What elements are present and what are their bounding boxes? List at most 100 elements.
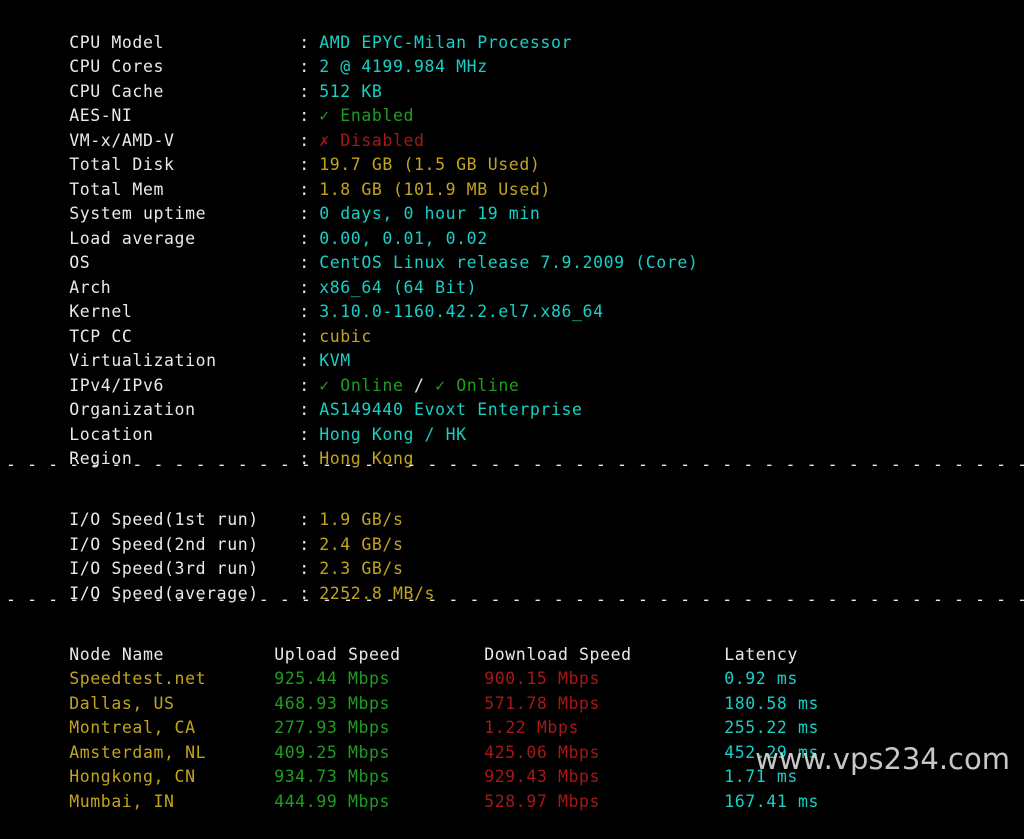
column-header-upload-speed: Upload Speed	[274, 644, 401, 664]
cross-icon: ✗	[319, 130, 330, 150]
system-info-block: CPU Model: AMD EPYC-Milan Processor CPU C…	[6, 6, 1024, 469]
io-label-3rd-run: I/O Speed(3rd run)	[69, 559, 259, 578]
ipv4-ipv6-slash: /	[414, 375, 425, 395]
info-value-cpu-model: AMD EPYC-Milan Processor	[319, 32, 573, 52]
io-value-2nd-run: 2.4 GB/s	[319, 534, 404, 554]
io-label-1st-run: I/O Speed(1st run)	[69, 510, 259, 529]
io-value-1st-run: 1.9 GB/s	[319, 510, 404, 529]
info-label-load-average: Load average	[69, 228, 196, 248]
colon-separator: :	[299, 253, 310, 272]
colon-separator: :	[299, 326, 310, 346]
info-label-organization: Organization	[69, 400, 196, 419]
cell-node-name: Amsterdam, NL	[69, 742, 207, 762]
colon-separator: :	[299, 130, 310, 150]
colon-separator: :	[299, 302, 310, 321]
cell-upload-speed: 934.73 Mbps	[274, 767, 391, 786]
cell-upload-speed: 468.93 Mbps	[274, 693, 391, 713]
cell-upload-speed: 409.25 Mbps	[274, 742, 391, 762]
info-value-tcp-cc: cubic	[319, 326, 372, 346]
info-label-total-mem: Total Mem	[69, 179, 165, 199]
info-row-cpu-model: CPU Model: AMD EPYC-Milan Processor	[6, 6, 1024, 52]
info-label-arch: Arch	[69, 277, 112, 297]
cell-node-name: Speedtest.net	[69, 669, 207, 688]
io-value-3rd-run: 2.3 GB/s	[319, 559, 404, 578]
info-value-total-disk: 19.7 GB (1.5 GB Used)	[319, 155, 541, 174]
info-value-system-uptime: 0 days, 0 hour 19 min	[319, 204, 541, 223]
info-value-location: Hong Kong / HK	[319, 424, 467, 444]
info-value-vmx-amdv: Disabled	[340, 130, 425, 150]
colon-separator: :	[299, 534, 310, 554]
info-value-cpu-cores: 2 @ 4199.984 MHz	[319, 57, 488, 76]
terminal-window[interactable]: CPU Model: AMD EPYC-Milan Processor CPU C…	[0, 0, 1024, 811]
separator-line-top: - - - - - - - - - - - - - - - - - - - - …	[6, 455, 1024, 474]
checkmark-icon: ✓	[319, 106, 330, 125]
colon-separator: :	[299, 424, 310, 444]
info-label-os: OS	[69, 253, 91, 272]
colon-separator: :	[299, 204, 310, 223]
colon-separator: :	[299, 375, 310, 395]
info-label-cpu-cache: CPU Cache	[69, 81, 165, 101]
info-value-os: CentOS Linux release 7.9.2009 (Core)	[319, 253, 699, 272]
info-value-ipv4: Online	[340, 375, 404, 395]
cell-latency: 255.22 ms	[724, 718, 820, 737]
colon-separator: :	[299, 277, 310, 297]
info-value-virtualization: KVM	[319, 351, 351, 370]
column-header-node-name: Node Name	[69, 644, 165, 664]
cell-download-speed: 528.97 Mbps	[484, 791, 601, 811]
cell-node-name: Mumbai, IN	[69, 791, 175, 811]
cell-node-name: Dallas, US	[69, 693, 175, 713]
info-label-vmx-amdv: VM-x/AMD-V	[69, 130, 175, 150]
column-header-download-speed: Download Speed	[484, 644, 632, 664]
colon-separator: :	[299, 510, 310, 529]
cell-download-speed: 900.15 Mbps	[484, 669, 601, 688]
info-label-ipv4-ipv6: IPv4/IPv6	[69, 375, 165, 395]
colon-separator: :	[299, 228, 310, 248]
colon-separator: :	[299, 81, 310, 101]
colon-separator: :	[299, 155, 310, 174]
info-value-cpu-cache: 512 KB	[319, 81, 383, 101]
speedtest-header-row: Node Name Upload Speed Download Speed Laten…	[6, 618, 1024, 664]
io-row-1st-run: I/O Speed(1st run):1.9 GB/s	[6, 484, 1024, 529]
info-value-arch: x86_64 (64 Bit)	[319, 277, 478, 297]
info-label-cpu-cores: CPU Cores	[69, 57, 165, 76]
cell-download-speed: 571.78 Mbps	[484, 693, 601, 713]
colon-separator: :	[299, 57, 310, 76]
info-value-load-average: 0.00, 0.01, 0.02	[319, 228, 488, 248]
cell-node-name: Montreal, CA	[69, 718, 196, 737]
info-value-ipv6: Online	[456, 375, 520, 395]
colon-separator: :	[299, 106, 310, 125]
colon-separator: :	[299, 179, 310, 199]
checkmark-icon-ipv6: ✓	[435, 375, 446, 395]
colon-separator: :	[299, 32, 310, 52]
info-value-total-mem: 1.8 GB (101.9 MB Used)	[319, 179, 551, 199]
separator-line-bottom: - - - - - - - - - - - - - - - - - - - - …	[6, 589, 1024, 609]
cell-download-speed: 1.22 Mbps	[484, 718, 580, 737]
io-speed-block: I/O Speed(1st run):1.9 GB/s I/O Speed(2n…	[6, 484, 1024, 603]
cell-download-speed: 425.06 Mbps	[484, 742, 601, 762]
checkmark-icon-ipv4: ✓	[319, 375, 330, 395]
cell-node-name: Hongkong, CN	[69, 767, 196, 786]
cell-upload-speed: 925.44 Mbps	[274, 669, 391, 688]
cell-latency: 167.41 ms	[724, 791, 820, 811]
info-label-cpu-model: CPU Model	[69, 32, 165, 52]
io-label-2nd-run: I/O Speed(2nd run)	[69, 534, 259, 554]
site-watermark: www.vps234.com	[755, 741, 1010, 776]
info-value-organization: AS149440 Evoxt Enterprise	[319, 400, 583, 419]
info-value-kernel: 3.10.0-1160.42.2.el7.x86_64	[319, 302, 604, 321]
colon-separator: :	[299, 351, 310, 370]
info-label-system-uptime: System uptime	[69, 204, 207, 223]
cell-upload-speed: 444.99 Mbps	[274, 791, 391, 811]
colon-separator: :	[299, 400, 310, 419]
cell-download-speed: 929.43 Mbps	[484, 767, 601, 786]
cell-upload-speed: 277.93 Mbps	[274, 718, 391, 737]
info-label-virtualization: Virtualization	[69, 351, 217, 370]
column-header-latency: Latency	[724, 644, 798, 664]
cell-latency: 180.58 ms	[724, 693, 820, 713]
info-label-kernel: Kernel	[69, 302, 133, 321]
info-label-total-disk: Total Disk	[69, 155, 175, 174]
info-value-aes-ni: Enabled	[340, 106, 415, 125]
info-label-location: Location	[69, 424, 154, 444]
info-label-tcp-cc: TCP CC	[69, 326, 133, 346]
colon-separator: :	[299, 559, 310, 578]
info-label-aes-ni: AES-NI	[69, 106, 133, 125]
